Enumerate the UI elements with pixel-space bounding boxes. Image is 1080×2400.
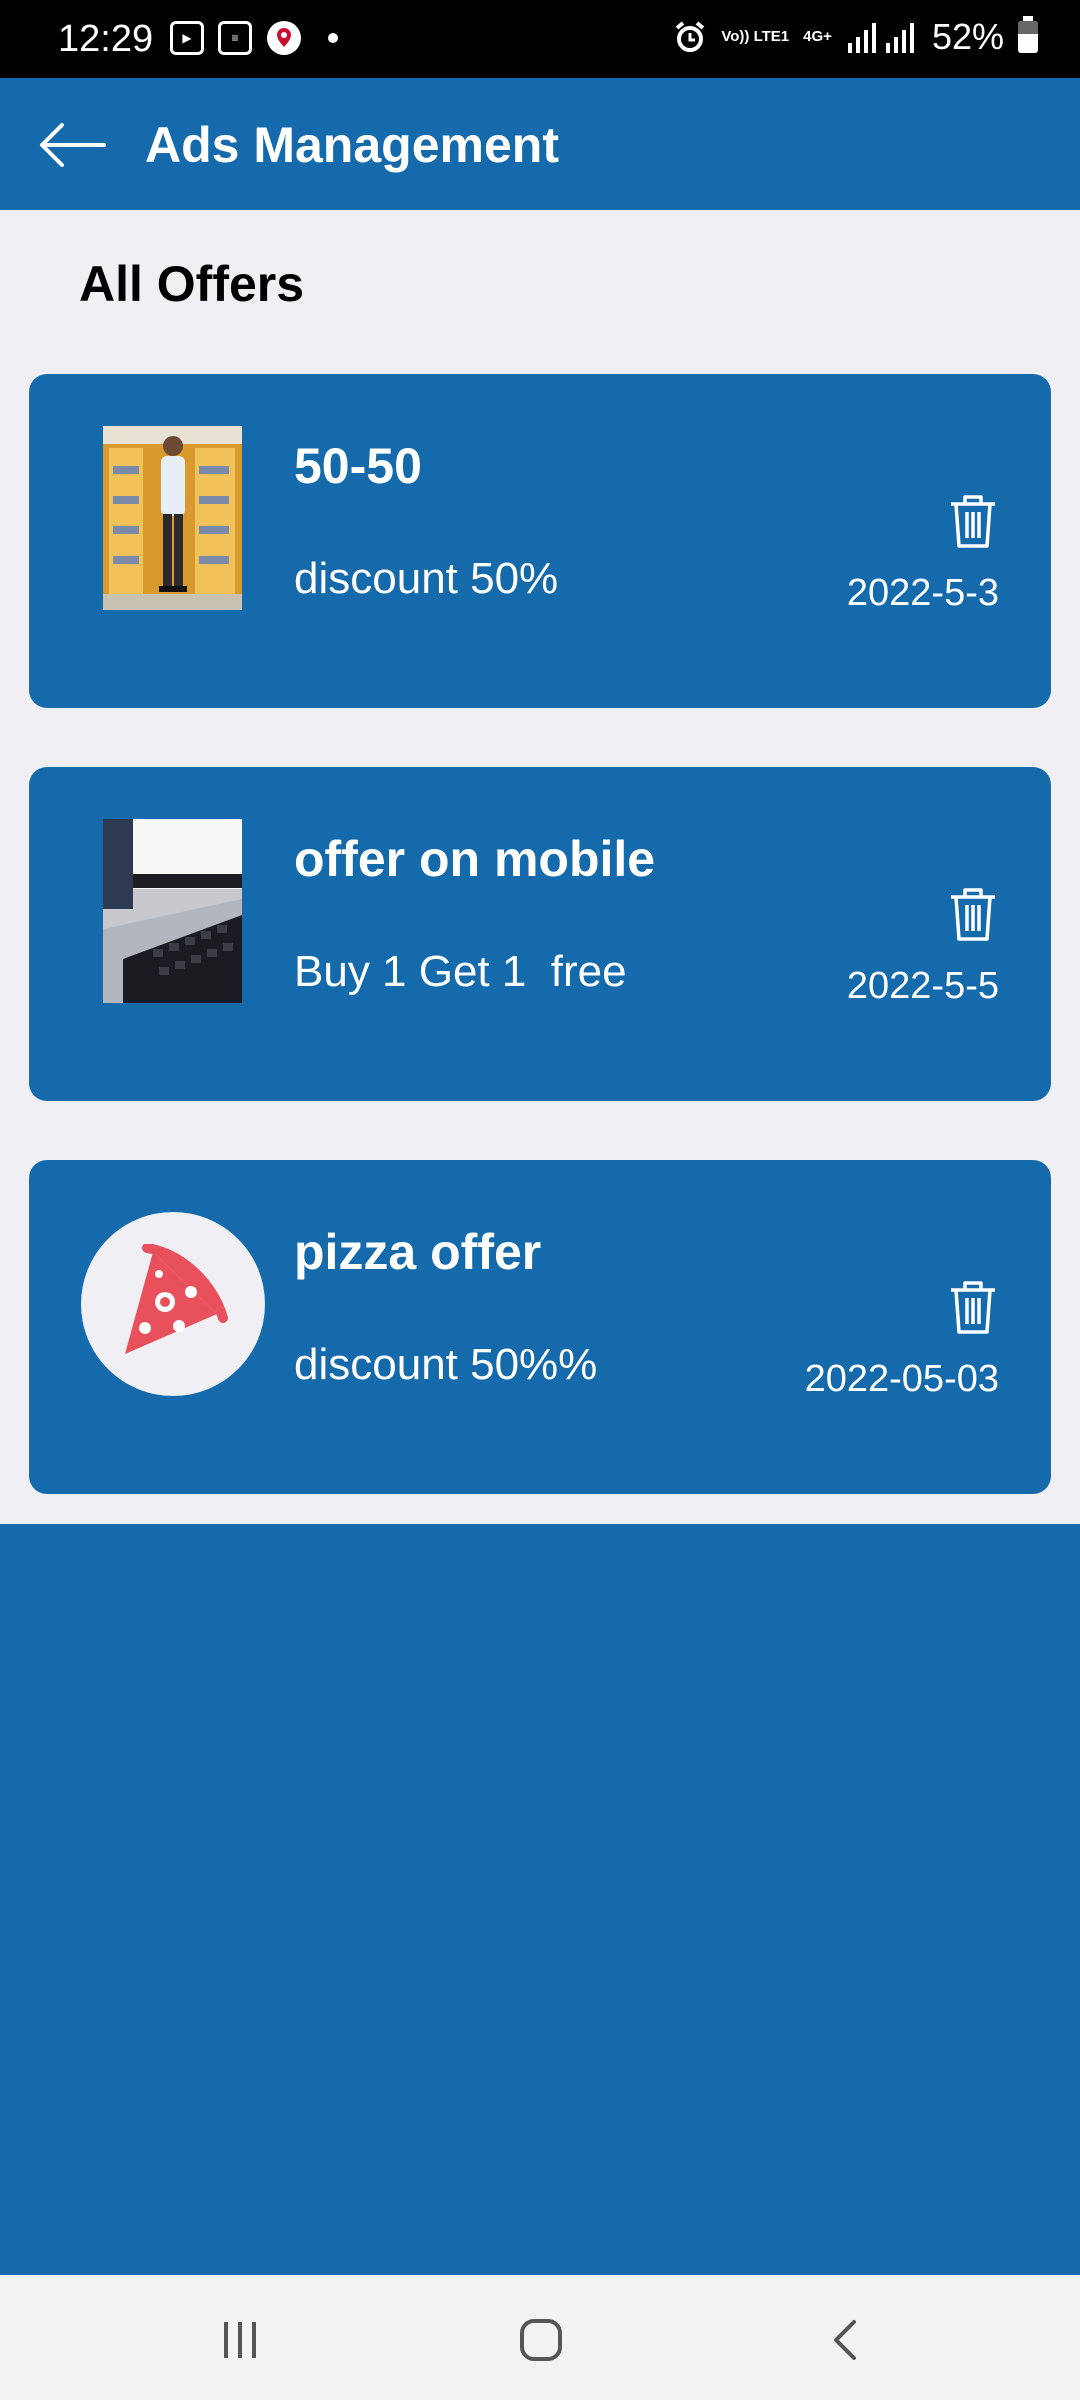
delete-button[interactable]	[947, 885, 999, 943]
arrow-left-icon	[40, 123, 106, 167]
offer-description: discount 50%%	[294, 1340, 598, 1389]
offer-title: pizza offer	[294, 1224, 542, 1280]
photo-person-store-image	[103, 426, 242, 610]
more-notifications-dot	[328, 33, 338, 43]
offer-date: 2022-5-5	[846, 965, 999, 1007]
offer-description: discount 50%	[294, 554, 559, 603]
offer-thumbnail	[103, 426, 242, 610]
app-notification-icon: ▶	[170, 21, 204, 55]
data-label: 4G+	[803, 28, 832, 45]
home-icon	[520, 2319, 562, 2361]
delete-button[interactable]	[947, 1278, 999, 1336]
offer-card[interactable]: pizza offer discount 50%% 2022-05-03	[29, 1160, 1051, 1494]
recents-icon	[224, 2322, 256, 2358]
page-title: Ads Management	[145, 117, 559, 173]
app-bar: Ads Management	[0, 78, 1080, 210]
location-pin-icon	[267, 21, 301, 55]
back-button[interactable]	[36, 114, 116, 176]
offers-list-area: All Offers 50-50 discount 50% 2022-5-3 o…	[0, 210, 1080, 1524]
photo-keyboard-desk-image	[103, 819, 242, 1003]
offer-thumbnail	[103, 819, 242, 1003]
delete-button[interactable]	[947, 492, 999, 550]
battery-percent: 52%	[931, 16, 1004, 57]
pizza-icon	[125, 1244, 228, 1354]
empty-area	[0, 1524, 1080, 2275]
offer-card[interactable]: offer on mobile Buy 1 Get 1 free 2022-5-…	[29, 767, 1051, 1101]
system-navigation-bar	[0, 2275, 1080, 2400]
status-notification-icons: ▶ ≡	[170, 20, 338, 56]
network-label: Vo)) LTE1	[721, 28, 790, 45]
offer-date: 2022-5-3	[846, 572, 999, 614]
offer-card[interactable]: 50-50 discount 50% 2022-5-3	[29, 374, 1051, 708]
alarm-icon	[676, 21, 705, 52]
system-back-button[interactable]	[815, 2315, 875, 2365]
section-title: All Offers	[79, 256, 305, 312]
status-bar: 12:29 ▶ ≡ Vo)) LTE1 4G+ 52%	[0, 0, 1080, 78]
back-chevron-icon	[834, 2320, 856, 2360]
trash-icon	[951, 495, 995, 548]
recents-button[interactable]	[210, 2315, 270, 2365]
offer-description: Buy 1 Get 1 free	[294, 947, 627, 996]
status-system-icons: Vo)) LTE1 4G+ 52%	[673, 16, 1038, 58]
signal-icon	[847, 23, 914, 53]
trash-icon	[951, 888, 995, 941]
offer-title: offer on mobile	[294, 831, 656, 887]
news-notification-icon: ≡	[218, 21, 252, 55]
offer-thumbnail	[81, 1212, 265, 1396]
home-button[interactable]	[511, 2315, 571, 2365]
offer-date: 2022-05-03	[804, 1358, 999, 1400]
trash-icon	[951, 1281, 995, 1334]
status-time: 12:29	[58, 18, 154, 60]
offer-title: 50-50	[294, 438, 422, 494]
battery-icon	[1018, 16, 1038, 53]
